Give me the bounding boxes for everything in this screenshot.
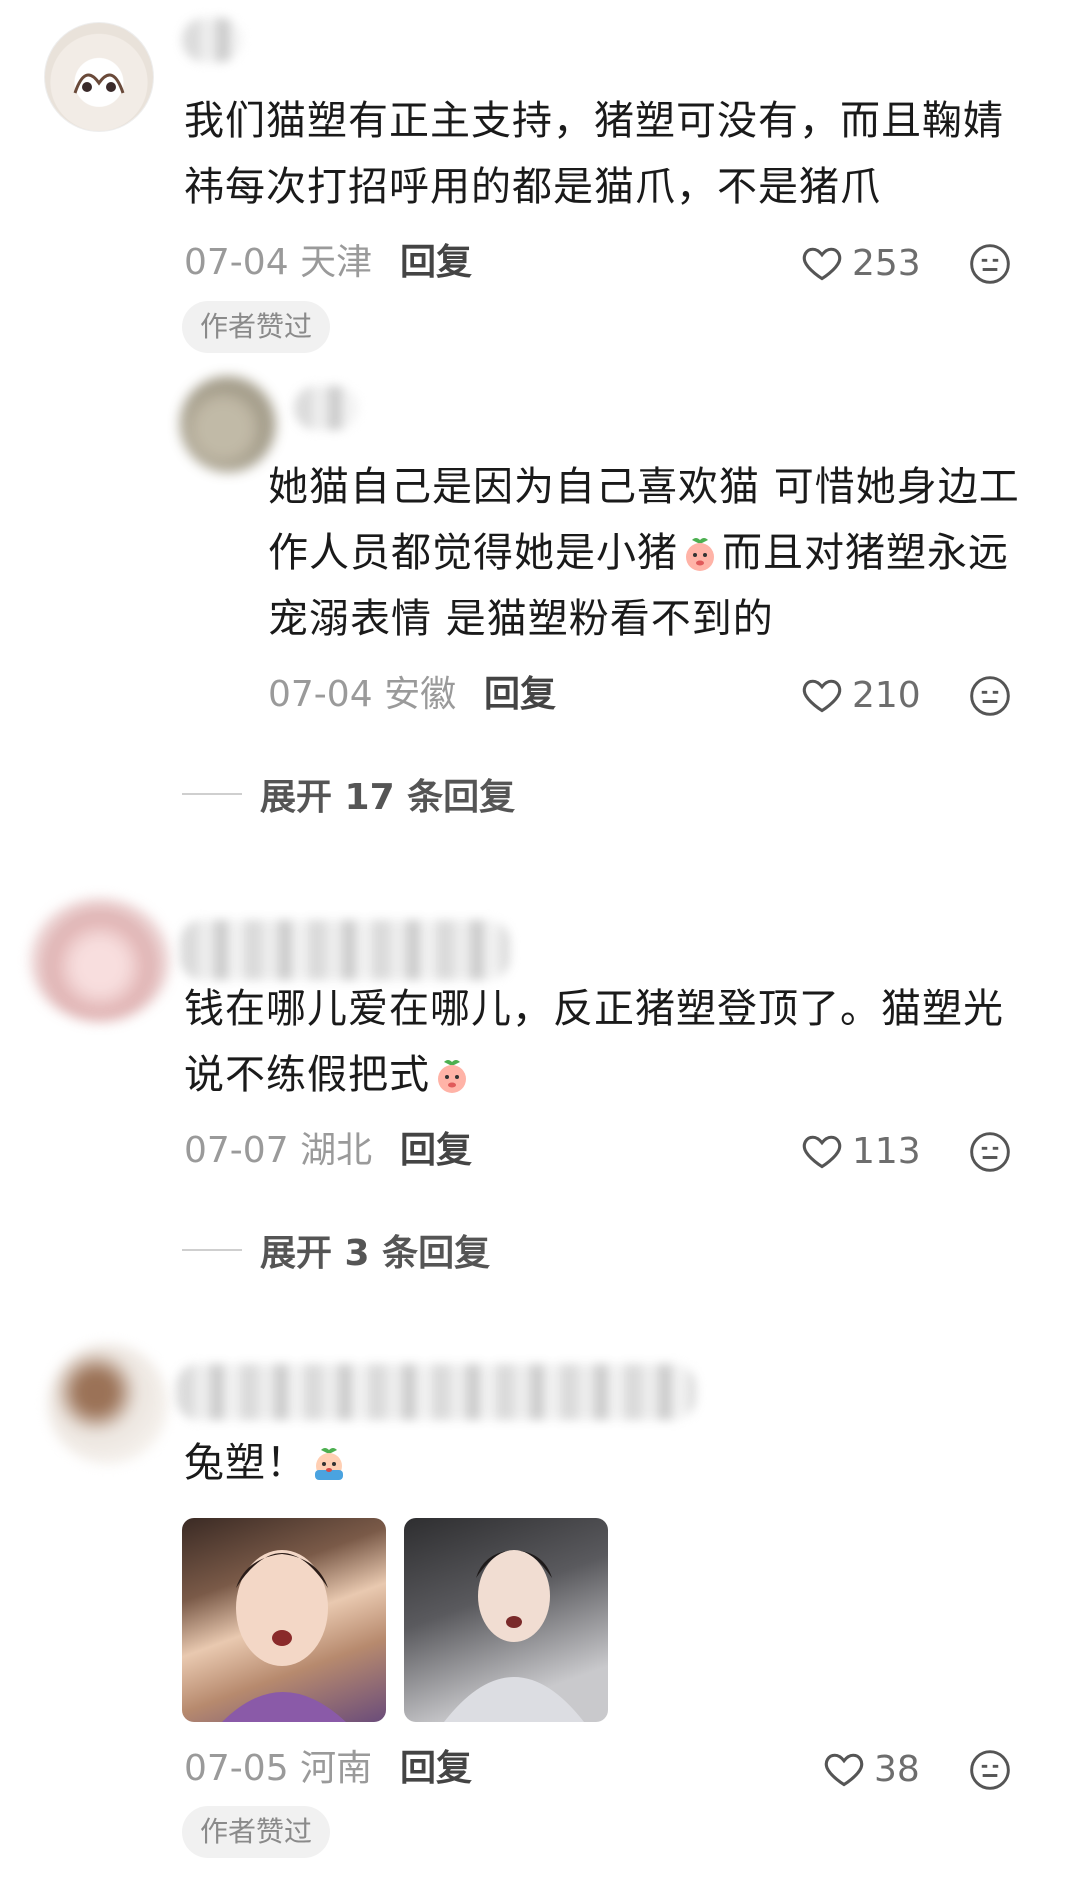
comment-text: 兔塑！ <box>184 1430 1024 1496</box>
comment-text: 我们猫塑有正主支持，猪塑可没有，而且鞠婧祎每次打招呼用的都是猫爪，不是猪爪 <box>184 98 1004 210</box>
comment-location: 河南 <box>300 1748 373 1789</box>
comment-date: 07-07 <box>184 1130 289 1171</box>
comment-date: 07-04 <box>184 242 289 283</box>
divider <box>182 1249 242 1251</box>
comment-meta: 07-04 天津 <box>184 238 372 288</box>
reply-button[interactable]: 回复 <box>484 670 556 720</box>
expand-replies-button[interactable]: 展开 17 条回复 <box>182 768 515 820</box>
expand-replies-label: 展开 17 条回复 <box>260 777 516 818</box>
comment-meta: 07-05 河南 <box>184 1744 372 1794</box>
like-button[interactable]: 253 <box>800 238 921 288</box>
expand-replies-label: 展开 3 条回复 <box>260 1233 491 1274</box>
heart-icon <box>824 1753 864 1787</box>
username-blurred[interactable] <box>180 920 510 980</box>
reply-button[interactable]: 回复 <box>400 238 472 288</box>
username-blurred[interactable] <box>182 18 242 62</box>
heart-icon <box>802 1135 842 1169</box>
expand-replies-button[interactable]: 展开 3 条回复 <box>182 1224 490 1276</box>
emoji-reaction-icon[interactable] <box>968 242 1012 286</box>
like-button[interactable]: 113 <box>800 1126 921 1176</box>
comment-date: 07-04 <box>268 674 373 715</box>
comment-meta: 07-04 安徽 <box>268 670 456 720</box>
emoji-reaction-icon[interactable] <box>968 674 1012 718</box>
emoji-reaction-icon[interactable] <box>968 1748 1012 1792</box>
avatar[interactable] <box>30 898 170 1022</box>
author-liked-badge: 作者赞过 <box>182 301 331 353</box>
comment-image-1[interactable] <box>182 1518 386 1722</box>
avatar[interactable] <box>48 1344 168 1464</box>
author-liked-badge: 作者赞过 <box>182 1806 331 1858</box>
emoji-reaction-icon[interactable] <box>968 1130 1012 1174</box>
heart-icon <box>802 679 842 713</box>
crying-face-emoji-icon <box>315 1448 343 1480</box>
comment-image-2[interactable] <box>404 1518 608 1722</box>
divider <box>182 793 242 795</box>
like-button[interactable]: 38 <box>822 1744 920 1794</box>
peach-face-emoji-icon <box>686 538 714 571</box>
comment-date: 07-05 <box>184 1748 289 1789</box>
comment-text: 钱在哪儿爱在哪儿，反正猪塑登顶了。猫塑光说不练假把式 <box>184 976 1024 1108</box>
comment-location: 安徽 <box>384 674 457 715</box>
avatar[interactable] <box>44 22 154 132</box>
like-count: 38 <box>874 1748 920 1790</box>
username-blurred[interactable] <box>294 386 358 430</box>
comment-location: 湖北 <box>300 1130 373 1171</box>
reply-button[interactable]: 回复 <box>400 1126 472 1176</box>
comment-meta: 07-07 湖北 <box>184 1126 372 1176</box>
comment-text-content: 兔塑！ <box>184 1440 307 1486</box>
like-count: 113 <box>852 1130 921 1172</box>
username-blurred[interactable] <box>176 1364 696 1420</box>
like-count: 210 <box>852 674 921 716</box>
comment-text: 她猫自己是因为自己喜欢猫 可惜她身边工作人员都觉得她是小猪 而且对猪塑永远宠溺表情… <box>268 454 1048 652</box>
reply-button[interactable]: 回复 <box>400 1744 472 1794</box>
heart-icon <box>802 247 842 281</box>
comment-location: 天津 <box>300 242 373 283</box>
like-count: 253 <box>852 242 921 284</box>
avatar[interactable] <box>180 376 276 472</box>
like-button[interactable]: 210 <box>800 670 921 720</box>
comment-text-content: 钱在哪儿爱在哪儿，反正猪塑登顶了。猫塑光说不练假把式 <box>184 986 1004 1098</box>
peach-face-emoji-icon <box>438 1060 466 1093</box>
